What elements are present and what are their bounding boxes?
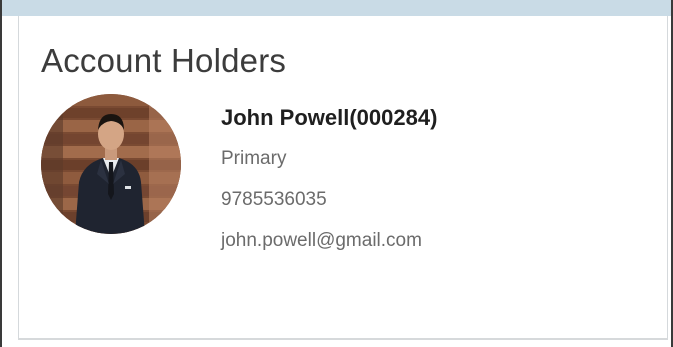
account-holders-card: Account Holders John Powell(000284) Prim…	[18, 16, 668, 339]
account-holder-info: John Powell(000284) Primary 9785536035 j…	[221, 100, 441, 251]
window-edge-left	[0, 0, 2, 347]
account-holder-phone: 9785536035	[221, 189, 327, 210]
section-title: Account Holders	[41, 42, 287, 79]
avatar	[41, 94, 181, 234]
user-photo-icon	[41, 94, 181, 234]
account-holders-screen: Account Holders John Powell(000284) Prim…	[0, 0, 673, 347]
account-holder-name[interactable]: John Powell(000284)	[221, 100, 441, 136]
page-bottom-area	[2, 340, 671, 347]
header-strip	[2, 0, 671, 16]
account-holder-email: john.powell@gmail.com	[221, 230, 422, 251]
account-holder-role: Primary	[221, 148, 287, 169]
